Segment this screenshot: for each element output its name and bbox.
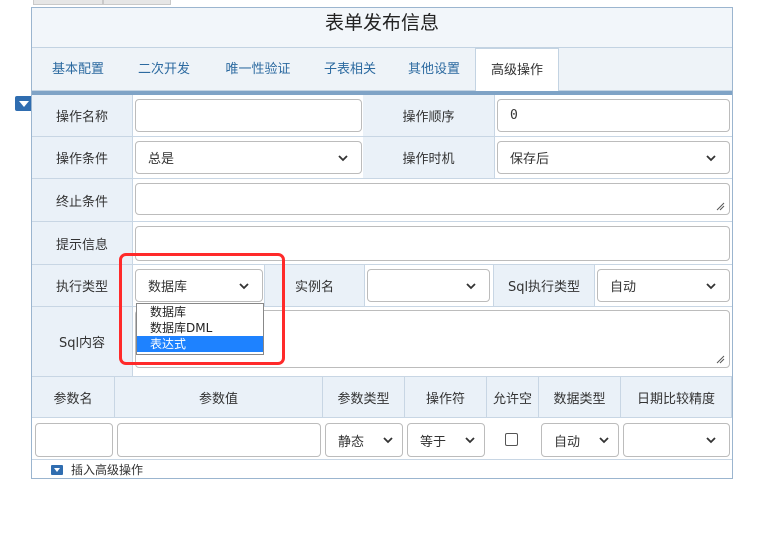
insert-advanced-op-label: 插入高级操作 xyxy=(71,463,144,477)
col-param-name: 参数名 xyxy=(32,377,115,418)
stop-condition-label: 终止条件 xyxy=(32,179,133,222)
col-data-type: 数据类型 xyxy=(539,377,621,418)
tab-basic[interactable]: 基本配置 xyxy=(36,48,120,91)
chevron-down-icon xyxy=(465,437,475,444)
resize-handle-icon[interactable] xyxy=(716,355,725,364)
chevron-down-icon xyxy=(706,154,716,161)
op-name-input[interactable] xyxy=(135,99,362,132)
hint-label: 提示信息 xyxy=(32,222,133,265)
sql-exec-type-label: Sql执行类型 xyxy=(493,265,595,307)
op-timing-value: 保存后 xyxy=(510,152,550,167)
sql-exec-type-value: 自动 xyxy=(610,280,637,295)
tab-secondary-dev[interactable]: 二次开发 xyxy=(122,48,206,91)
chevron-down-icon xyxy=(383,437,393,444)
tab-other[interactable]: 其他设置 xyxy=(392,48,476,91)
op-timing-select[interactable]: 保存后 xyxy=(497,141,730,174)
op-timing-label: 操作时机 xyxy=(363,137,495,179)
chevron-down-icon xyxy=(466,282,476,289)
param-value-input[interactable] xyxy=(117,423,321,457)
chevron-down-icon xyxy=(706,282,716,289)
op-order-label: 操作顺序 xyxy=(363,95,495,137)
chevron-down-icon xyxy=(706,437,716,444)
col-allow-null: 允许空 xyxy=(487,377,539,418)
insert-advanced-op[interactable]: 插入高级操作 xyxy=(51,461,143,478)
resize-handle-icon[interactable] xyxy=(716,202,725,211)
exec-type-label: 执行类型 xyxy=(32,265,133,307)
browser-tab[interactable] xyxy=(103,0,171,5)
page-title: 表单发布信息 xyxy=(32,8,732,48)
data-type-value: 自动 xyxy=(554,434,581,450)
tab-subtable[interactable]: 子表相关 xyxy=(308,48,392,91)
sql-content-label: Sql内容 xyxy=(32,307,133,377)
instance-select[interactable] xyxy=(367,269,490,302)
col-param-value: 参数值 xyxy=(115,377,323,418)
op-condition-value: 总是 xyxy=(148,152,175,167)
sql-exec-type-select[interactable]: 自动 xyxy=(597,269,730,302)
param-type-value: 静态 xyxy=(338,434,365,450)
param-name-input[interactable] xyxy=(35,423,113,457)
col-operator: 操作符 xyxy=(405,377,487,418)
chevron-down-icon xyxy=(338,154,348,161)
tab-advanced[interactable]: 高级操作 xyxy=(475,48,559,92)
col-date-precision: 日期比较精度 xyxy=(621,377,732,418)
tab-bar: 基本配置 二次开发 唯一性验证 子表相关 其他设置 高级操作 xyxy=(32,48,732,92)
operator-value: 等于 xyxy=(420,434,447,450)
op-order-input[interactable]: 0 xyxy=(497,99,730,132)
chevron-down-icon xyxy=(599,437,609,444)
op-name-label: 操作名称 xyxy=(32,95,133,137)
stop-condition-textarea[interactable] xyxy=(135,183,730,215)
data-type-select[interactable]: 自动 xyxy=(541,423,619,457)
annotation-highlight-box xyxy=(119,253,285,365)
operator-select[interactable]: 等于 xyxy=(407,423,485,457)
browser-tab[interactable] xyxy=(33,0,103,5)
expand-down-icon xyxy=(51,464,63,475)
tab-uniqueness[interactable]: 唯一性验证 xyxy=(208,48,308,91)
date-precision-select[interactable] xyxy=(623,423,730,457)
param-type-select[interactable]: 静态 xyxy=(325,423,403,457)
allow-null-checkbox[interactable] xyxy=(505,433,518,446)
col-param-type: 参数类型 xyxy=(323,377,405,418)
op-condition-select[interactable]: 总是 xyxy=(135,141,362,174)
op-condition-label: 操作条件 xyxy=(32,137,133,179)
